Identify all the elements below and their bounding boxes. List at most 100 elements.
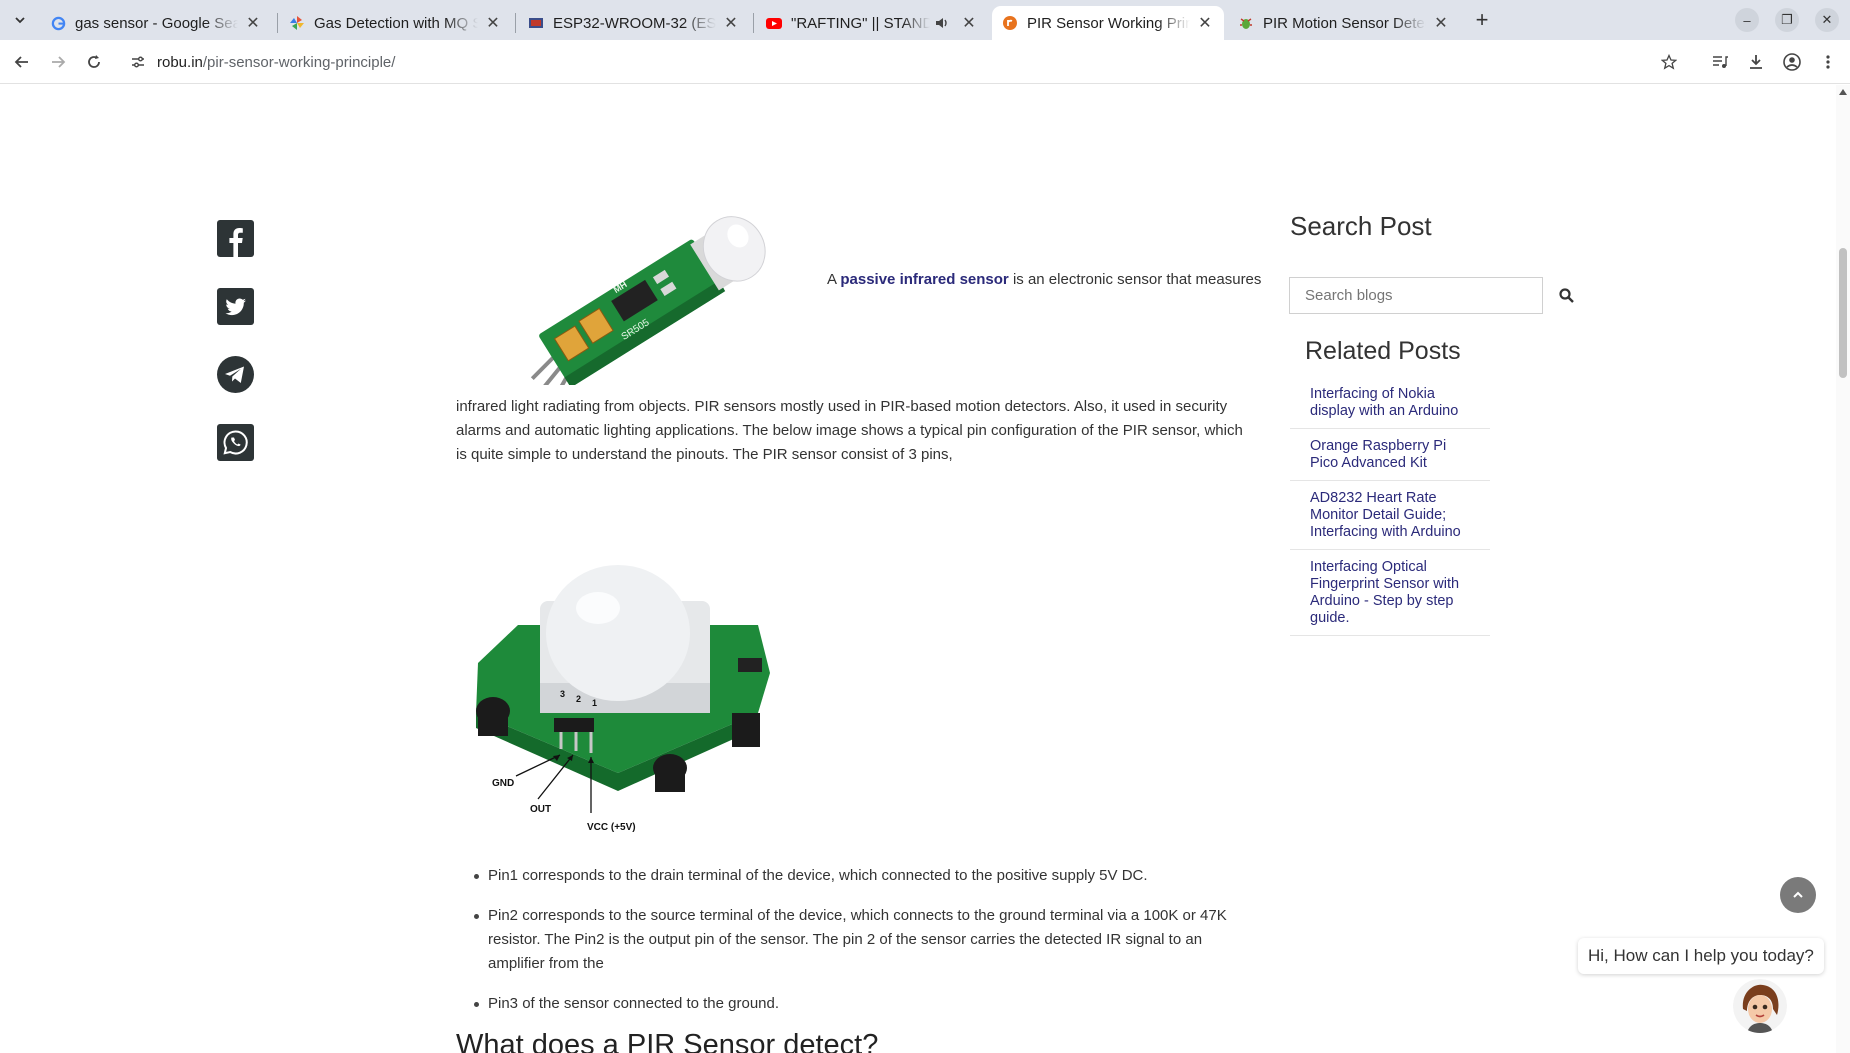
whatsapp-icon <box>217 424 254 461</box>
facebook-icon <box>217 220 254 257</box>
page-scrollbar[interactable] <box>1836 85 1850 1053</box>
close-icon[interactable]: ✕ <box>960 14 978 32</box>
download-icon <box>1750 55 1762 69</box>
twitter-icon <box>217 288 254 325</box>
tab-esp32[interactable]: ESP32-WROOM-32 (ESP-WROOM-32) ✕ <box>518 6 750 40</box>
tab-pir-motion-detector[interactable]: PIR Motion Sensor Detector ✕ <box>1228 6 1460 40</box>
tab-title: Gas Detection with MQ Sensor <box>314 14 478 32</box>
profile-button[interactable] <box>1780 50 1804 74</box>
tab-divider <box>277 13 278 33</box>
pinwheel-icon <box>289 15 305 31</box>
facebook-share-button[interactable] <box>217 220 254 257</box>
pir-module-image: SR505 MH <box>530 216 766 385</box>
tab-gas-detection[interactable]: Gas Detection with MQ Sensor ✕ <box>279 6 512 40</box>
page-content: SR505 MH A passive infrared sensor is an… <box>0 85 1850 1053</box>
related-post-link[interactable]: Orange Raspberry Pi Pico Advanced Kit <box>1290 429 1490 481</box>
tab-strip: gas sensor - Google Search ✕ Gas Detecti… <box>0 0 1850 40</box>
close-window-button[interactable]: ✕ <box>1815 8 1839 32</box>
minimize-button[interactable]: – <box>1735 8 1759 32</box>
telegram-share-button[interactable] <box>217 356 254 393</box>
tab-title: PIR Motion Sensor Detector <box>1263 14 1426 32</box>
tab-divider <box>515 13 516 33</box>
speaker-icon[interactable] <box>934 15 950 31</box>
arrow-left-icon <box>14 56 28 68</box>
chevron-up-icon <box>1793 891 1803 898</box>
menu-button[interactable] <box>1816 50 1840 74</box>
pin-number-3: 3 <box>560 689 565 699</box>
forward-button[interactable] <box>46 50 70 74</box>
chat-greeting[interactable]: Hi, How can I help you today? <box>1578 938 1824 974</box>
twitter-share-button[interactable] <box>217 288 254 325</box>
gnd-label: GND <box>492 778 514 789</box>
tab-divider <box>753 13 754 33</box>
passive-infrared-sensor-link[interactable]: passive infrared sensor <box>840 271 1008 288</box>
tab-title: PIR Sensor Working Principle <box>1027 14 1190 32</box>
lead-suffix: is an electronic sensor that measures <box>1008 271 1262 288</box>
section-heading: What does a PIR Sensor detect? <box>456 1029 879 1053</box>
scroll-up-arrow-icon[interactable] <box>1839 89 1847 95</box>
related-posts-list: Interfacing of Nokia display with an Ard… <box>1290 377 1490 636</box>
intro-paragraph: infrared light radiating from objects. P… <box>456 398 1243 463</box>
pin-description-list: Pin1 corresponds to the drain terminal o… <box>456 864 1256 1032</box>
search-button[interactable] <box>1556 285 1576 305</box>
search-blogs-input[interactable] <box>1289 277 1543 314</box>
youtube-icon <box>766 15 782 31</box>
account-icon <box>1783 53 1801 71</box>
tab-title: gas sensor - Google Search <box>75 14 238 32</box>
pin-number-1: 1 <box>592 698 597 708</box>
restore-button[interactable]: ❐ <box>1775 8 1799 32</box>
tab-youtube-rafting[interactable]: "RAFTING" || STAND UP ✕ <box>756 6 988 40</box>
arrow-right-icon <box>52 56 66 68</box>
chat-assistant-avatar[interactable] <box>1733 979 1787 1033</box>
pin-number-2: 2 <box>576 694 581 704</box>
kebab-menu-icon <box>1826 55 1830 69</box>
browser-toolbar: robu.in/pir-sensor-working-principle/ <box>0 40 1850 84</box>
close-icon[interactable]: ✕ <box>722 14 740 32</box>
vcc-label: VCC (+5V) <box>587 822 636 833</box>
list-item: Pin1 corresponds to the drain terminal o… <box>456 864 1256 888</box>
chevron-down-icon <box>15 17 25 24</box>
tab-title: "RAFTING" || STAND UP <box>791 14 930 32</box>
close-icon[interactable]: ✕ <box>1196 14 1214 32</box>
downloads-button[interactable] <box>1744 50 1768 74</box>
close-icon[interactable]: ✕ <box>484 14 502 32</box>
robu-icon <box>1002 15 1018 31</box>
search-icon <box>1558 287 1574 303</box>
out-label: OUT <box>530 804 551 815</box>
pir-pinout-image: 3 2 1 GND OUT VCC (+5V) <box>476 565 770 833</box>
url-text: robu.in/pir-sensor-working-principle/ <box>157 54 395 71</box>
search-post-title: Search Post <box>1290 211 1432 241</box>
close-icon[interactable]: ✕ <box>244 14 262 32</box>
lead-sentence: A passive infrared sensor is an electron… <box>827 271 1261 288</box>
list-item: Pin2 corresponds to the source terminal … <box>456 904 1256 976</box>
tab-pir-working-principle[interactable]: PIR Sensor Working Principle ✕ <box>992 6 1224 40</box>
tab-title: ESP32-WROOM-32 (ESP-WROOM-32) <box>553 14 716 32</box>
tab-search-button[interactable] <box>8 8 32 32</box>
scrollbar-thumb[interactable] <box>1839 248 1847 378</box>
reload-button[interactable] <box>82 50 106 74</box>
whatsapp-share-button[interactable] <box>217 424 254 461</box>
bookmark-button[interactable] <box>1657 50 1681 74</box>
related-post-link[interactable]: AD8232 Heart Rate Monitor Detail Guide; … <box>1290 481 1490 550</box>
tab-google-search[interactable]: gas sensor - Google Search ✕ <box>40 6 272 40</box>
star-icon <box>1661 54 1677 70</box>
media-control-button[interactable] <box>1708 50 1732 74</box>
list-item: Pin3 of the sensor connected to the grou… <box>456 992 1256 1016</box>
playlist-icon <box>1713 56 1728 68</box>
telegram-icon <box>217 356 254 393</box>
back-to-top-button[interactable] <box>1780 877 1816 913</box>
google-icon <box>50 15 66 31</box>
new-tab-button[interactable]: + <box>1470 7 1494 32</box>
reload-icon <box>88 55 100 68</box>
address-bar[interactable]: robu.in/pir-sensor-working-principle/ <box>124 46 1694 78</box>
related-post-link[interactable]: Interfacing Optical Fingerprint Sensor w… <box>1290 550 1490 636</box>
assistant-avatar-icon <box>1733 979 1787 1033</box>
url-path: /pir-sensor-working-principle/ <box>202 53 396 71</box>
site-settings-icon[interactable] <box>130 54 146 75</box>
related-posts-title: Related Posts <box>1305 337 1461 365</box>
url-host: robu.in <box>157 53 203 71</box>
related-post-link[interactable]: Interfacing of Nokia display with an Ard… <box>1290 377 1490 429</box>
chip-icon <box>528 15 544 31</box>
close-icon[interactable]: ✕ <box>1432 14 1450 32</box>
back-button[interactable] <box>10 50 34 74</box>
